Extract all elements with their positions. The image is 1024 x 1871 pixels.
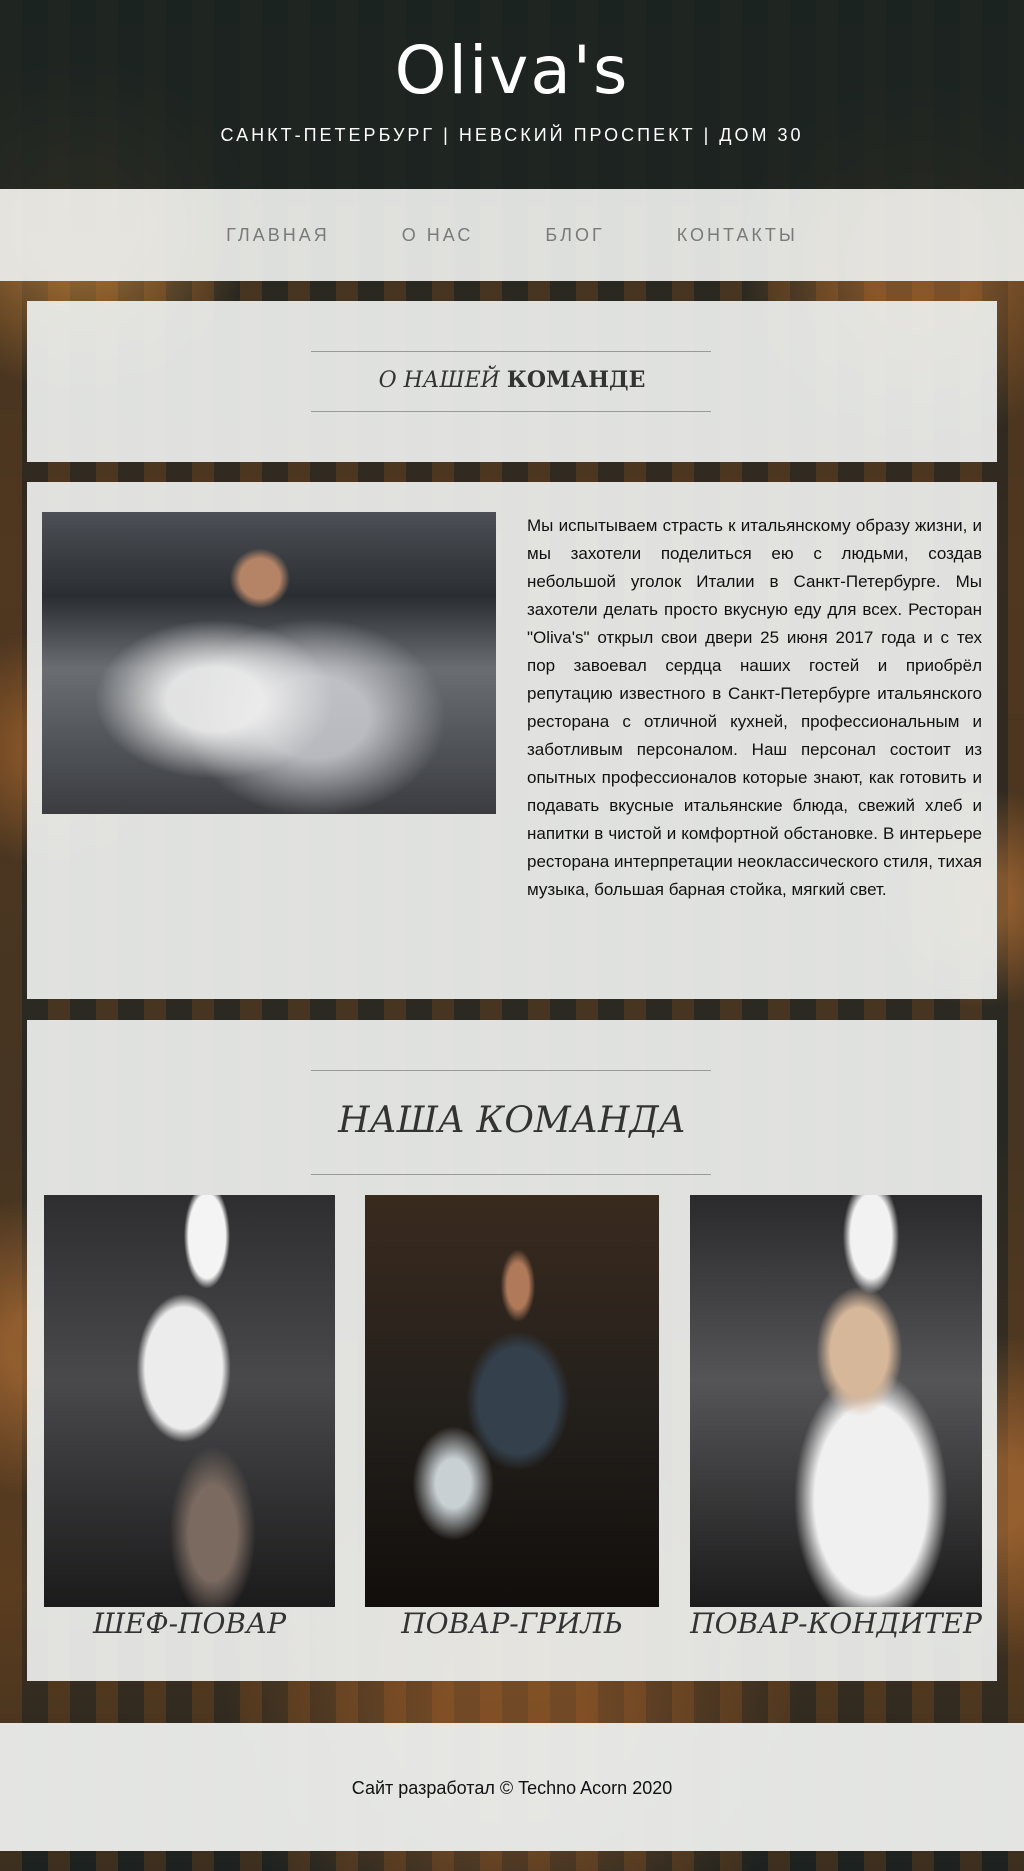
team-panel: НАША КОМАНДА ШЕФ-ПОВАР ПОВАР-ГРИЛЬ ПОВАР…	[27, 1020, 997, 1681]
about-panel: Мы испытываем страсть к итальянскому обр…	[27, 482, 997, 999]
team-rule-bottom	[311, 1174, 711, 1175]
main-nav: ГЛАВНАЯ О НАС БЛОГ КОНТАКТЫ	[0, 189, 1024, 281]
chef-flour-photo	[42, 512, 496, 814]
nav-item-contacts[interactable]: КОНТАКТЫ	[677, 225, 798, 246]
about-heading: О НАШЕЙ КОМАНДЕ	[27, 367, 997, 393]
site-address: САНКТ-ПЕТЕРБУРГ | НЕВСКИЙ ПРОСПЕКТ | ДОМ…	[220, 125, 804, 145]
team-role-pastry: ПОВАР-КОНДИТЕР	[690, 1607, 982, 1640]
nav-item-blog[interactable]: БЛОГ	[545, 225, 604, 246]
footer-credit: Сайт разработал © Techno Acorn 2020	[351, 1778, 673, 1798]
heading-rule-top	[311, 351, 711, 352]
chef-photo	[44, 1195, 335, 1607]
site-footer: Сайт разработал © Techno Acorn 2020	[0, 1723, 1024, 1851]
team-title: НАША КОМАНДА	[338, 1100, 686, 1141]
about-text: Мы испытываем страсть к итальянскому обр…	[527, 516, 982, 899]
heading-rule-bottom	[311, 411, 711, 412]
about-heading-bold: КОМАНДЕ	[506, 367, 646, 393]
site-header: Oliva's САНКТ-ПЕТЕРБУРГ | НЕВСКИЙ ПРОСПЕ…	[0, 0, 1024, 189]
team-rule-top	[311, 1070, 711, 1071]
about-heading-prefix: О НАШЕЙ	[378, 368, 500, 393]
nav-item-home[interactable]: ГЛАВНАЯ	[226, 225, 330, 246]
site-logo[interactable]: Oliva's	[0, 32, 1024, 109]
team-role-chef: ШЕФ-ПОВАР	[92, 1607, 287, 1640]
team-role-grill: ПОВАР-ГРИЛЬ	[401, 1607, 623, 1640]
pastry-cook-photo	[690, 1195, 982, 1607]
grill-cook-photo	[365, 1195, 659, 1607]
about-heading-panel: О НАШЕЙ КОМАНДЕ	[27, 301, 997, 462]
nav-item-about[interactable]: О НАС	[402, 225, 474, 246]
